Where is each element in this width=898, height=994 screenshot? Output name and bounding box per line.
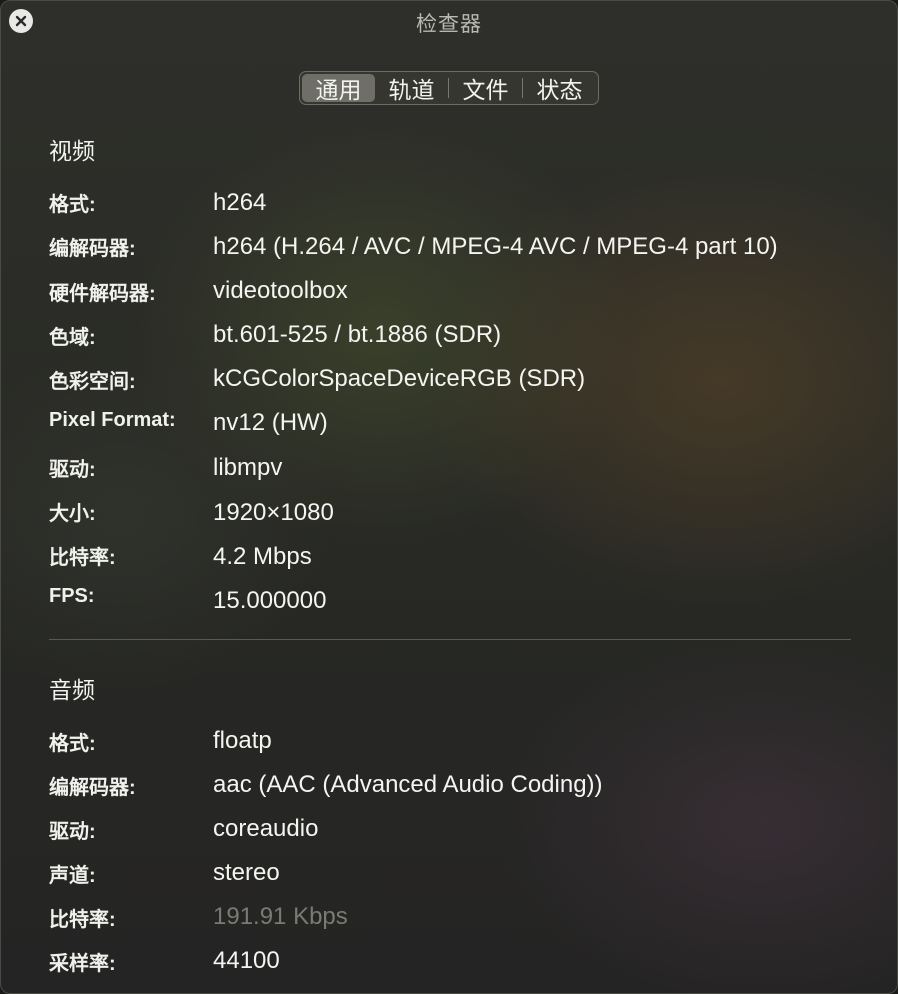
audio-driver-value: coreaudio	[213, 815, 319, 842]
color-space-value: kCGColorSpaceDeviceRGB (SDR)	[213, 365, 586, 392]
audio-section-title: 音频	[49, 677, 95, 703]
video-size-value: 1920×1080	[213, 499, 334, 526]
sample-rate-value: 44100	[213, 947, 280, 974]
audio-bitrate-value: 191.91 Kbps	[213, 903, 348, 930]
tab-tracks[interactable]: 轨道	[375, 74, 448, 103]
video-bitrate-value: 4.2 Mbps	[213, 543, 312, 570]
sample-rate-label: 采样率:	[49, 953, 116, 975]
video-format-value: h264	[213, 189, 267, 216]
tab-bar: 通用 轨道 文件 状态	[299, 71, 599, 105]
inspector-window: 检查器 通用 轨道 文件 状态 视频 格式: h264 编解码器: h264 (…	[0, 0, 898, 994]
audio-codec-label: 编解码器:	[49, 777, 136, 799]
color-gamut-label: 色域:	[49, 327, 96, 349]
video-driver-label: 驱动:	[49, 459, 96, 481]
color-gamut-value: bt.601-525 / bt.1886 (SDR)	[213, 321, 502, 348]
tab-file[interactable]: 文件	[449, 74, 522, 103]
section-divider	[49, 639, 851, 640]
video-driver-value: libmpv	[213, 454, 283, 481]
video-codec-value: h264 (H.264 / AVC / MPEG-4 AVC / MPEG-4 …	[213, 233, 778, 260]
video-section-title: 视频	[49, 138, 95, 164]
audio-driver-label: 驱动:	[49, 821, 96, 843]
video-bitrate-label: 比特率:	[49, 547, 116, 569]
audio-channels-label: 声道:	[49, 865, 96, 887]
video-size-label: 大小:	[49, 503, 96, 525]
title-bar: 检查器	[1, 1, 897, 41]
audio-format-label: 格式:	[49, 733, 96, 755]
pixel-format-label: Pixel Format:	[49, 409, 176, 431]
color-space-label: 色彩空间:	[49, 371, 136, 393]
audio-format-value: floatp	[213, 727, 272, 754]
pixel-format-value: nv12 (HW)	[213, 409, 328, 436]
tab-status[interactable]: 状态	[523, 74, 596, 103]
audio-bitrate-label: 比特率:	[49, 909, 116, 931]
fps-value: 15.000000	[213, 587, 327, 614]
audio-codec-value: aac (AAC (Advanced Audio Coding))	[213, 771, 603, 798]
video-format-label: 格式:	[49, 194, 96, 216]
tab-general[interactable]: 通用	[302, 74, 375, 103]
window-title: 检查器	[416, 13, 482, 36]
hw-decoder-value: videotoolbox	[213, 277, 348, 304]
hw-decoder-label: 硬件解码器:	[49, 283, 156, 305]
fps-label: FPS:	[49, 585, 95, 607]
video-codec-label: 编解码器:	[49, 238, 136, 260]
audio-channels-value: stereo	[213, 859, 280, 886]
